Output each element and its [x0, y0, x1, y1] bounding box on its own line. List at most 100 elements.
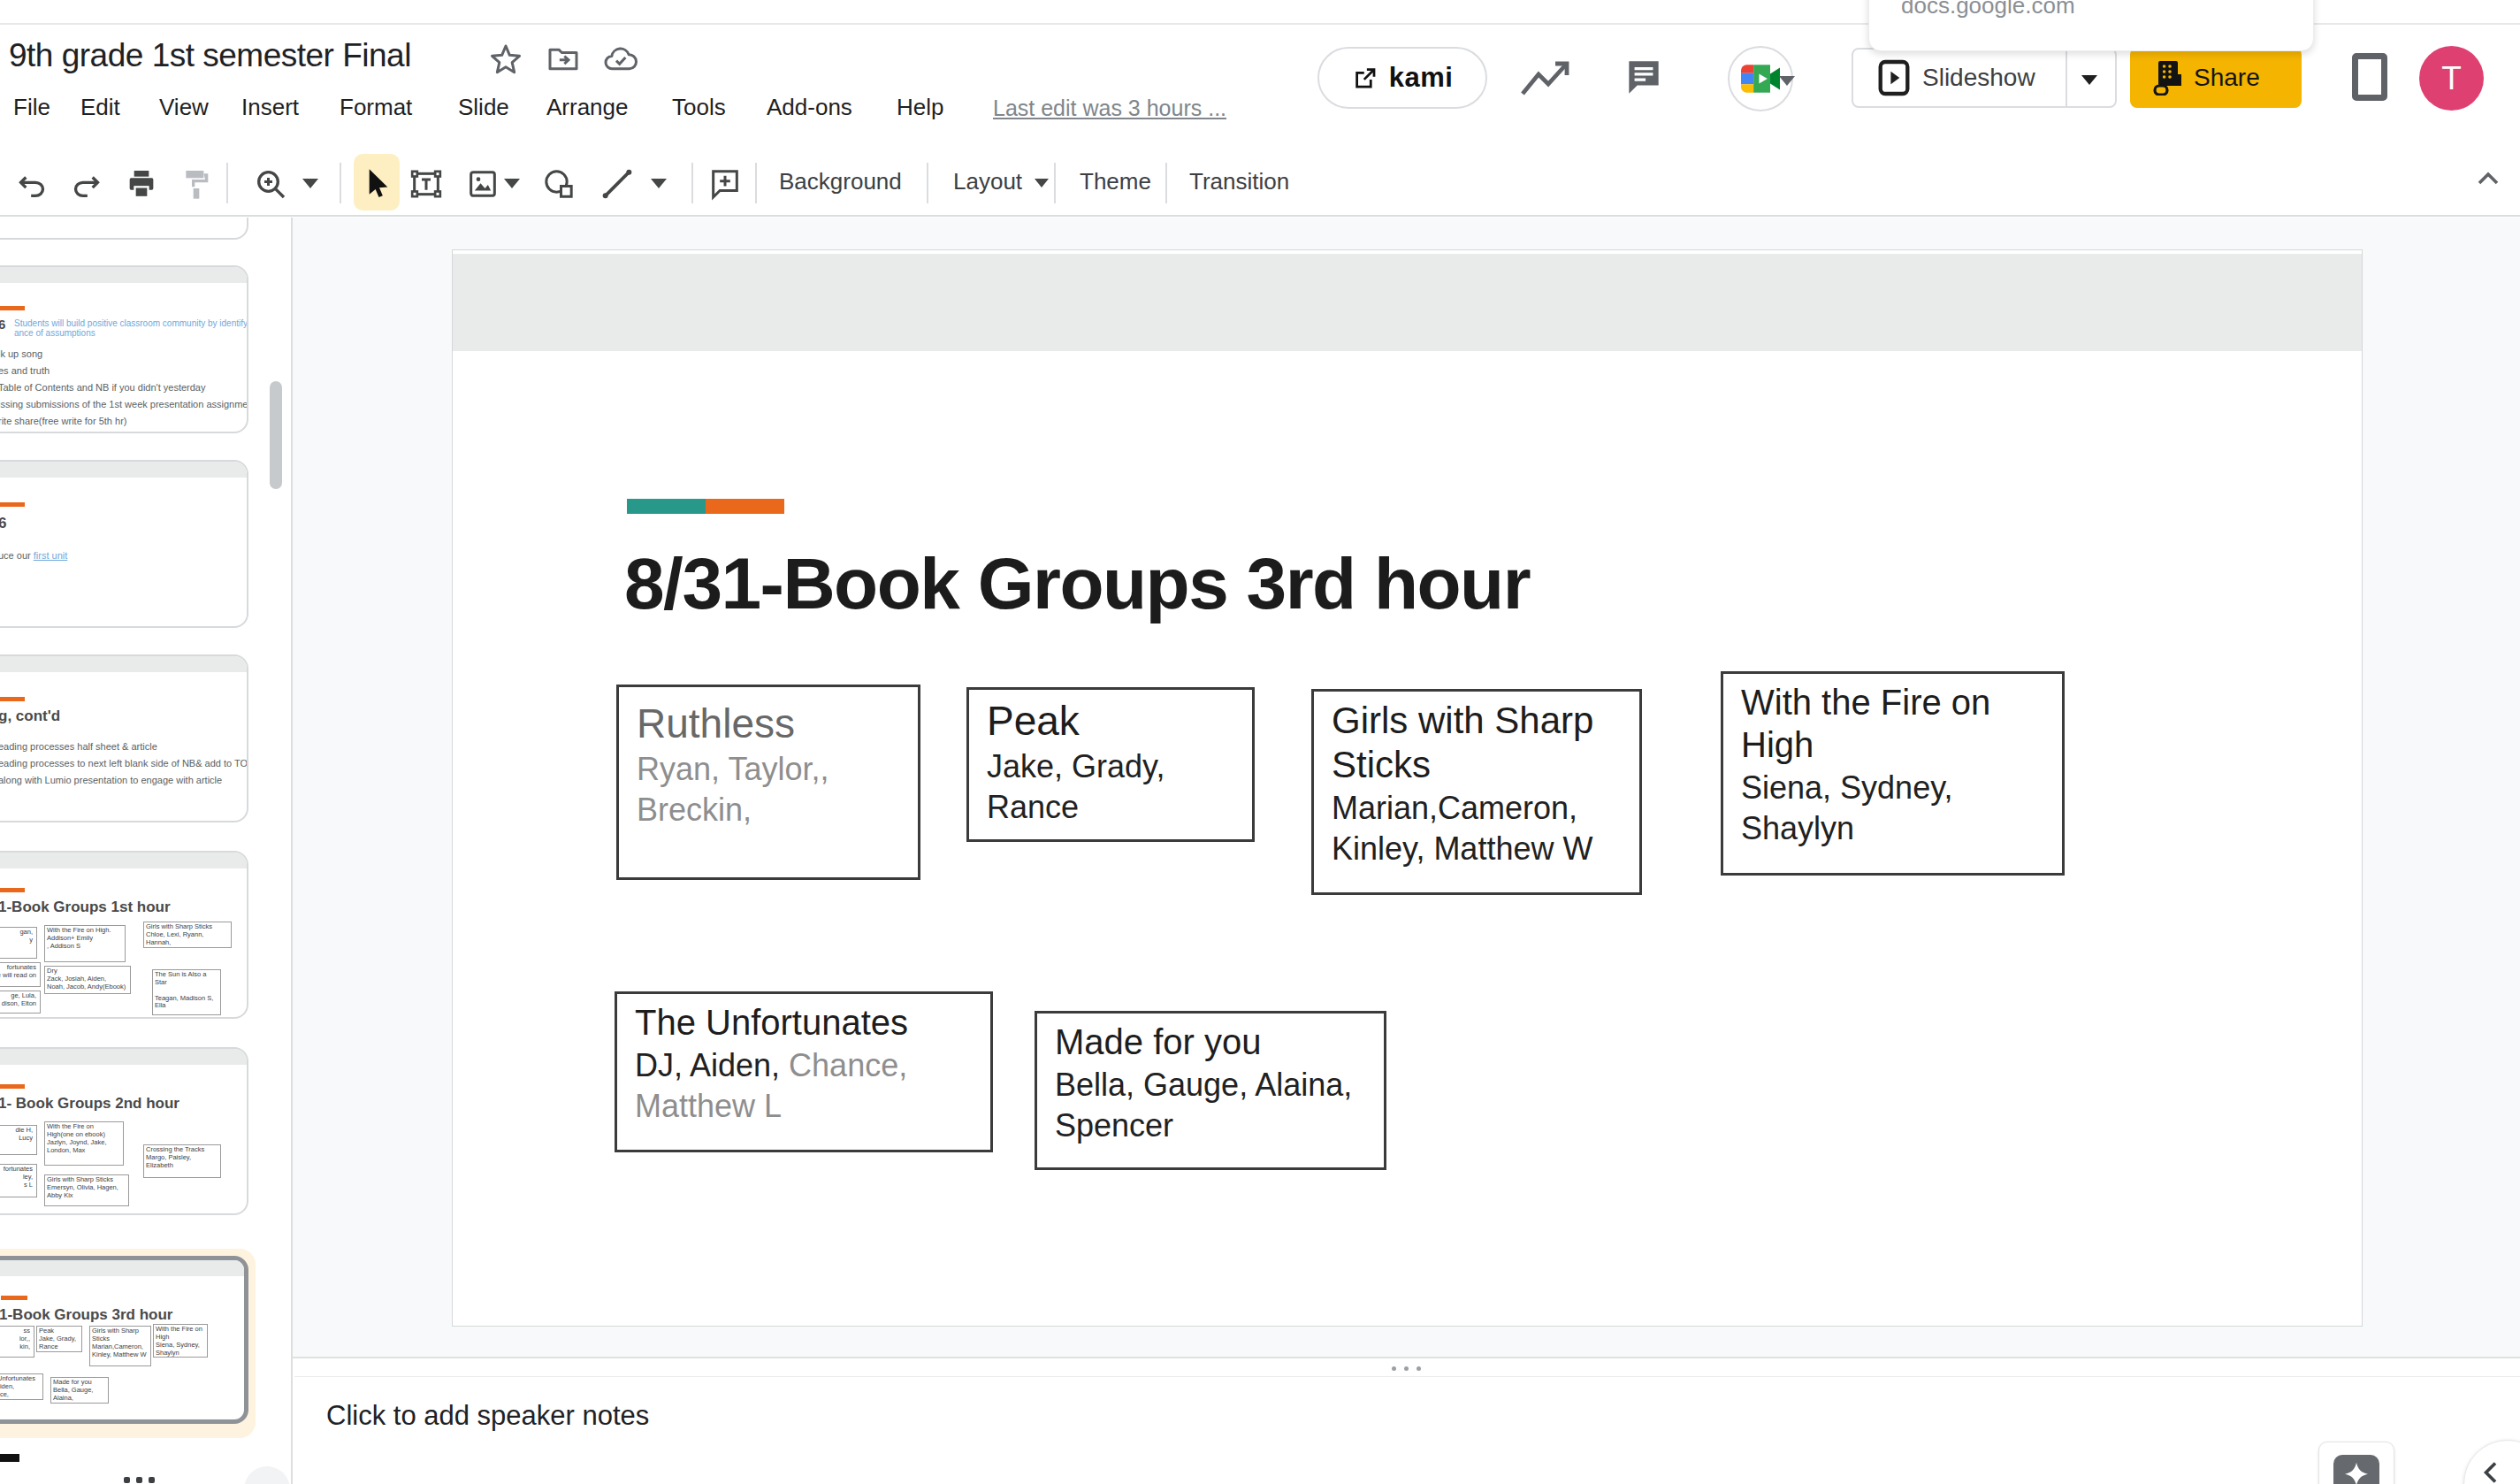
next-thumbnail-sliver[interactable]	[0, 1454, 19, 1462]
slideshow-button[interactable]: Slideshow	[1852, 48, 2117, 108]
toolbar: Background Layout Theme Transition	[0, 152, 2520, 217]
group-names: Bella, Gauge, Alaina, Spencer	[1055, 1065, 1384, 1146]
print-icon[interactable]	[124, 166, 159, 202]
share-button[interactable]: Share	[2130, 48, 2302, 108]
thumb-link: first unit	[34, 550, 68, 561]
group-box-girls-with-sharp-sticks[interactable]: Girls with Sharp Sticks Marian,Cameron, …	[1311, 689, 1642, 895]
add-comment-tool[interactable]	[707, 166, 743, 202]
url-tooltip: docs.google.com	[1868, 0, 2314, 51]
thumb-mini-box: Girls with Sharp Sticks Marian,Cameron, …	[89, 1326, 151, 1366]
kami-label: kami	[1389, 62, 1454, 94]
group-box-the-unfortunates[interactable]: The Unfortunates DJ, Aiden, Chance, Matt…	[615, 991, 993, 1152]
thumb-mini-box: gan, y	[0, 927, 37, 959]
menu-slide[interactable]: Slide	[458, 94, 509, 121]
layout-button[interactable]: Layout	[953, 168, 1022, 195]
paint-format-icon[interactable]	[179, 166, 214, 202]
thumb-mini-box: The Unfortunates DJ, Aiden, Chance, Matt…	[0, 1373, 43, 1400]
redo-icon[interactable]	[69, 166, 104, 202]
thumb-line: uce our first unit	[0, 550, 67, 561]
slide-filmstrip: 6 Students will build positive classroom…	[0, 218, 293, 1484]
slide-thumbnail-3[interactable]: 6 uce our first unit	[0, 460, 248, 628]
thumb-mini-box: Girls with Sharp Sticks Chloe, Lexi, Rya…	[143, 922, 232, 948]
thumb-heading: g, cont'd	[0, 708, 60, 725]
select-cursor-tool[interactable]	[359, 166, 394, 202]
zoom-icon[interactable]	[253, 166, 288, 202]
group-box-with-the-fire-on-high[interactable]: With the Fire on High Siena, Sydney, Sha…	[1721, 671, 2065, 876]
menu-arrange[interactable]: Arrange	[546, 94, 629, 121]
menu-tools[interactable]: Tools	[672, 94, 726, 121]
thumb-mini-box: The Sun is Also a Star Teagan, Madison S…	[152, 969, 221, 1015]
slide-thumbnail-7-selected[interactable]: 1-Book Groups 3rd hour ss lor,, kin, Pea…	[0, 1256, 248, 1424]
menu-addons[interactable]: Add-ons	[767, 94, 852, 121]
splitter-dot	[1417, 1366, 1421, 1371]
current-slide[interactable]: 8/31-Book Groups 3rd hour Ruthless Ryan,…	[452, 249, 2363, 1327]
slide-thumbnail-4[interactable]: g, cont'd eading processes half sheet & …	[0, 654, 248, 822]
insert-image-tool[interactable]	[465, 166, 500, 202]
layout-caret[interactable]	[1035, 179, 1049, 187]
theme-button[interactable]: Theme	[1080, 168, 1151, 195]
url-tooltip-text: docs.google.com	[1901, 0, 2075, 19]
activity-trend-icon[interactable]	[1519, 58, 1572, 99]
toolbar-divider	[1054, 163, 1056, 203]
explore-star-icon	[2333, 1455, 2379, 1484]
undo-icon[interactable]	[14, 166, 50, 202]
menu-view[interactable]: View	[159, 94, 209, 121]
toolbar-divider	[755, 163, 757, 203]
notes-splitter[interactable]	[293, 1357, 2520, 1376]
star-icon[interactable]	[488, 42, 523, 77]
slide-thumbnail-6[interactable]: 1- Book Groups 2nd hour die H, Lucy With…	[0, 1047, 248, 1215]
menu-insert[interactable]: Insert	[241, 94, 299, 121]
shape-tool[interactable]	[541, 166, 577, 202]
transition-button[interactable]: Transition	[1189, 168, 1289, 195]
slideshow-label: Slideshow	[1922, 64, 2035, 92]
thumb-band	[0, 656, 247, 672]
menu-help[interactable]: Help	[897, 94, 943, 121]
document-title[interactable]: 9th grade 1st semester Final	[9, 37, 411, 74]
thumb-mini-box: fortunates he will read on	[0, 962, 41, 987]
splitter-dot	[1404, 1366, 1409, 1371]
present-icon	[1878, 59, 1910, 96]
strip-dot	[136, 1477, 142, 1483]
thumb-accent-dash	[0, 502, 25, 507]
meet-button[interactable]	[1728, 46, 1793, 111]
thumb-mini-box: die H, Lucy	[0, 1125, 37, 1155]
group-box-made-for-you[interactable]: Made for you Bella, Gauge, Alaina, Spenc…	[1035, 1011, 1386, 1170]
thumb-line: eading processes half sheet & article	[0, 741, 157, 752]
collapse-toolbar-chevron[interactable]	[2470, 161, 2506, 196]
extension-frame-icon[interactable]	[2352, 53, 2387, 101]
slide-thumbnail-5[interactable]: 1-Book Groups 1st hour gan, y With the F…	[0, 851, 248, 1019]
group-names: Siena, Sydney, Shaylyn	[1741, 768, 2062, 849]
slide-thumbnail-1[interactable]	[0, 218, 248, 240]
kami-button[interactable]: kami	[1317, 47, 1487, 109]
move-folder-icon[interactable]	[546, 42, 581, 77]
account-avatar[interactable]: T	[2419, 46, 2484, 111]
background-button[interactable]: Background	[779, 168, 902, 195]
group-title: Ruthless	[637, 700, 918, 747]
slide-title[interactable]: 8/31-Book Groups 3rd hour	[624, 542, 1530, 625]
cloud-status-icon[interactable]	[603, 42, 638, 77]
explore-button[interactable]	[2318, 1442, 2394, 1484]
thumb-band	[0, 853, 247, 868]
menu-format[interactable]: Format	[340, 94, 412, 121]
strip-fab[interactable]	[244, 1466, 290, 1484]
group-box-ruthless[interactable]: Ruthless Ryan, Taylor,, Breckin,	[616, 685, 920, 880]
image-caret[interactable]	[504, 179, 520, 188]
speaker-notes-panel[interactable]: Click to add speaker notes	[294, 1376, 2520, 1484]
group-box-peak[interactable]: Peak Jake, Grady, Rance	[966, 687, 1255, 842]
menu-file[interactable]: File	[13, 94, 50, 121]
thumb-mini-box: ge, Lula, dison, Elton	[0, 991, 41, 1014]
thumb-line: lk up song	[0, 348, 42, 359]
slide-thumbnail-2[interactable]: 6 Students will build positive classroom…	[0, 265, 248, 433]
menu-edit[interactable]: Edit	[80, 94, 120, 121]
thumb-line: es and truth	[0, 365, 50, 376]
line-tool[interactable]	[599, 166, 635, 202]
zoom-caret[interactable]	[302, 179, 318, 188]
thumb-band	[0, 1260, 244, 1276]
line-caret[interactable]	[651, 179, 667, 188]
filmstrip-scrollbar[interactable]	[270, 381, 282, 489]
speaker-notes-placeholder[interactable]: Click to add speaker notes	[326, 1400, 649, 1432]
comment-icon[interactable]	[1622, 55, 1666, 99]
textbox-tool[interactable]	[409, 166, 444, 202]
thumb-mini-box: fortunates ley, s L	[0, 1164, 37, 1197]
last-edit-link[interactable]: Last edit was 3 hours ...	[993, 96, 1226, 121]
